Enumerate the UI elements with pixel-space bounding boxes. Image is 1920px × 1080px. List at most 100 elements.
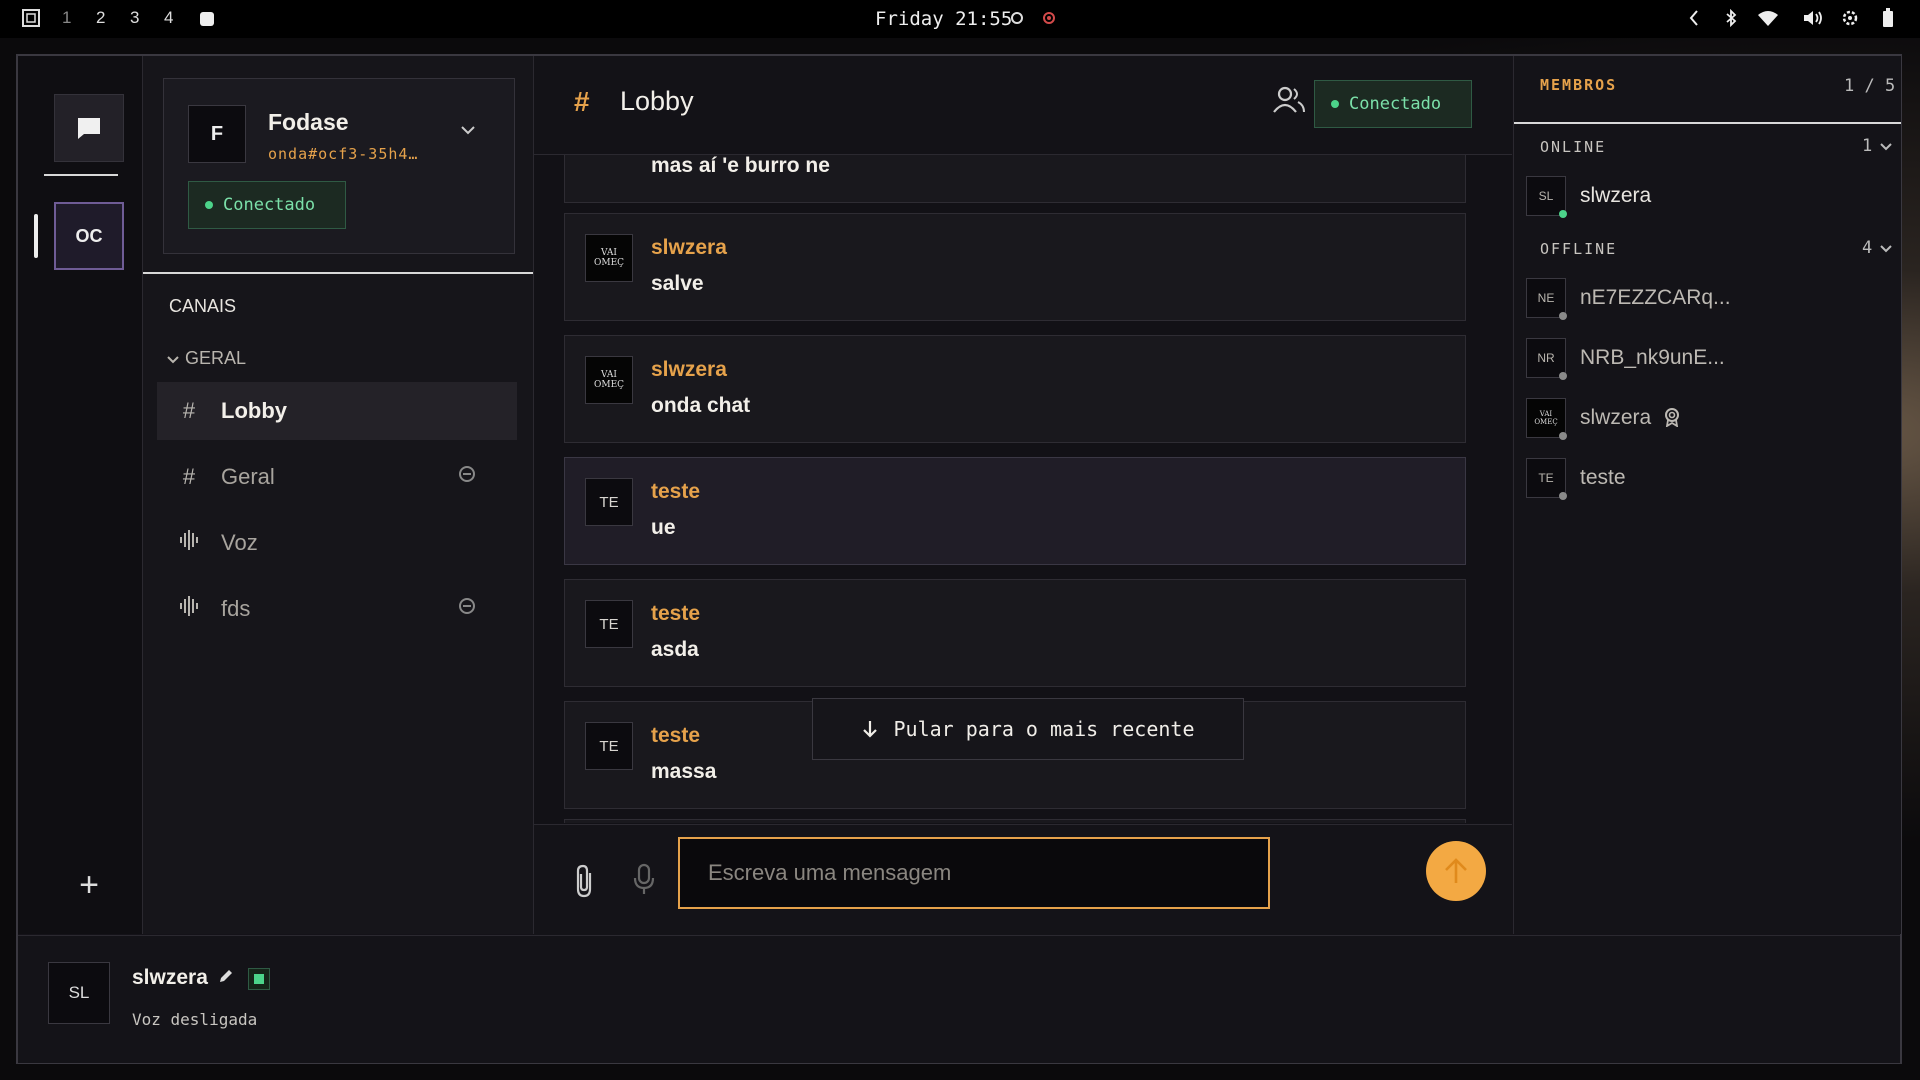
message-item[interactable]: TE teste ue — [564, 457, 1466, 565]
hash-icon: # — [182, 464, 196, 489]
workspace-1[interactable]: 1 — [62, 8, 71, 28]
app-window: OC + F Fodase onda#ocf3-35h4… Conectado … — [16, 54, 1902, 1064]
clock[interactable]: Friday 21:55 — [875, 8, 1012, 30]
rail-divider — [44, 174, 118, 176]
microphone-icon[interactable] — [632, 863, 662, 899]
workspace-2[interactable]: 2 — [96, 8, 105, 28]
category-label: GERAL — [185, 348, 247, 368]
channel-item-geral[interactable]: # Geral — [157, 448, 517, 506]
owner-badge-icon — [1665, 408, 1680, 428]
message-author[interactable]: slwzera — [651, 358, 727, 382]
member-name-text: slwzera — [1580, 406, 1652, 429]
message-text: salve — [651, 272, 704, 295]
workspace-3[interactable]: 3 — [130, 8, 139, 28]
direct-messages-button[interactable] — [54, 94, 124, 162]
status-dot-icon — [205, 201, 213, 209]
member-item[interactable]: NR NRB_nk9unE... — [1526, 334, 1886, 384]
current-user-avatar[interactable]: SL — [48, 962, 110, 1024]
server-handle: onda#ocf3-35h4… — [268, 145, 419, 163]
voice-icon — [157, 529, 221, 557]
channel-item-voz[interactable]: Voz — [157, 514, 517, 572]
online-presence-icon — [1559, 210, 1567, 218]
member-name: slwzera — [1580, 184, 1652, 207]
server-rail: OC + — [18, 56, 143, 934]
message-author[interactable]: teste — [651, 602, 700, 626]
system-top-bar: 1 2 3 4 Friday 21:55 — [0, 0, 1920, 38]
message-author[interactable]: teste — [651, 480, 700, 504]
recording-icon[interactable] — [1042, 10, 1056, 30]
muted-icon[interactable] — [459, 598, 475, 614]
user-avatar[interactable]: TE — [585, 478, 633, 526]
server-header-card[interactable]: F Fodase onda#ocf3-35h4… Conectado — [163, 78, 515, 254]
channel-title: Lobby — [620, 86, 694, 116]
message-text: massa — [651, 760, 717, 783]
chevron-down-icon[interactable] — [460, 119, 476, 140]
member-item[interactable]: SL slwzera — [1526, 172, 1886, 222]
edit-pencil-icon[interactable] — [218, 968, 234, 989]
user-avatar[interactable]: TE — [585, 600, 633, 648]
chat-area: # Lobby Conectado mas aí 'e burro ne VAI… — [534, 56, 1512, 935]
channel-item-fds[interactable]: fds — [157, 580, 517, 638]
volume-icon[interactable] — [1802, 9, 1824, 32]
message-text: asda — [651, 638, 699, 661]
plus-icon: + — [79, 866, 99, 904]
offline-presence-icon — [1559, 372, 1567, 380]
server-connection-label: Conectado — [223, 195, 316, 215]
member-name: nE7EZZCARq... — [1580, 286, 1731, 309]
hash-icon: # — [182, 398, 196, 423]
jump-label: Pular para o mais recente — [893, 717, 1195, 741]
message-item[interactable] — [564, 819, 1466, 823]
online-section-label: ONLINE — [1540, 138, 1607, 156]
workspace-4[interactable]: 4 — [164, 8, 173, 28]
layout-icon[interactable] — [22, 9, 40, 32]
muted-icon[interactable] — [459, 466, 475, 482]
jump-to-latest-button[interactable]: Pular para o mais recente — [812, 698, 1244, 760]
attach-paperclip-icon[interactable] — [572, 863, 602, 899]
message-author[interactable]: slwzera — [651, 236, 727, 260]
user-avatar-image[interactable]: VAI OMEÇ — [585, 234, 633, 282]
message-item[interactable]: VAI OMEÇ slwzera onda chat — [564, 335, 1466, 443]
member-item[interactable]: TE teste — [1526, 454, 1886, 504]
channel-label: Lobby — [221, 398, 287, 423]
chat-header: # Lobby Conectado — [534, 56, 1512, 155]
message-item[interactable]: TE teste asda — [564, 579, 1466, 687]
user-footer: SL slwzera Voz desligada — [18, 935, 1900, 1063]
channel-item-lobby[interactable]: # Lobby — [157, 382, 517, 440]
offline-presence-icon — [1559, 312, 1567, 320]
member-item[interactable]: NE nE7EZZCARq... — [1526, 274, 1886, 324]
status-toggle-icon[interactable] — [248, 968, 270, 990]
members-panel: MEMBROS 1 / 5 ONLINE 1 SL slwzera OFFLIN… — [1513, 56, 1901, 934]
user-avatar[interactable]: TE — [585, 722, 633, 770]
chevron-down-icon[interactable] — [1880, 242, 1892, 256]
offline-presence-icon — [1559, 492, 1567, 500]
members-title: MEMBROS — [1540, 76, 1618, 94]
member-item[interactable]: VAI OMEÇ slwzera — [1526, 394, 1886, 444]
member-name: slwzera — [1580, 406, 1681, 430]
category-geral[interactable]: GERAL — [167, 348, 246, 369]
message-author[interactable]: teste — [651, 724, 700, 748]
chevron-down-icon — [167, 348, 179, 369]
server-avatar: F — [188, 105, 246, 163]
wifi-icon[interactable] — [1758, 10, 1778, 31]
message-text: onda chat — [651, 394, 751, 417]
members-toggle-icon[interactable] — [1272, 86, 1308, 118]
message-input[interactable] — [678, 837, 1270, 909]
settings-gear-icon[interactable] — [1842, 10, 1858, 31]
member-name: NRB_nk9unE... — [1580, 346, 1725, 369]
chevron-left-icon[interactable] — [1688, 9, 1700, 32]
current-user-name: slwzera — [132, 966, 208, 989]
add-server-button[interactable]: + — [64, 866, 114, 905]
bluetooth-icon[interactable] — [1724, 8, 1738, 32]
send-button[interactable] — [1426, 841, 1486, 901]
member-name: teste — [1580, 466, 1626, 489]
message-text: ue — [651, 516, 676, 539]
active-workspace-icon[interactable] — [200, 11, 214, 31]
user-avatar-image[interactable]: VAI OMEÇ — [585, 356, 633, 404]
server-button[interactable]: OC — [54, 202, 124, 270]
message-item[interactable]: mas aí 'e burro ne — [564, 155, 1466, 203]
message-item[interactable]: VAI OMEÇ slwzera salve — [564, 213, 1466, 321]
server-name: Fodase — [268, 109, 349, 135]
offline-count: 4 — [1862, 238, 1873, 258]
message-composer — [534, 824, 1512, 935]
chevron-down-icon[interactable] — [1880, 140, 1892, 154]
